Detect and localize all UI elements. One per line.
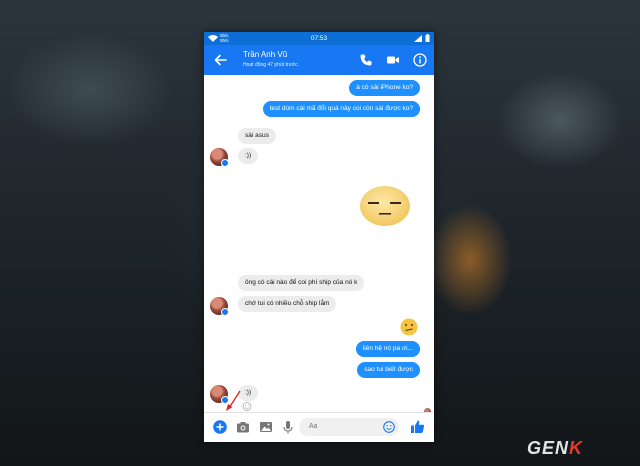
contact-name[interactable]: Trần Anh Vũ — [243, 50, 287, 59]
message-input[interactable] — [307, 422, 386, 431]
status-time: 07:53 — [310, 35, 328, 42]
messenger-badge-icon — [221, 308, 229, 316]
message-incoming[interactable]: chớ tui có nhiều chỗ ship lắm — [238, 296, 337, 312]
video-call-icon[interactable] — [386, 53, 400, 67]
contact-avatar[interactable] — [210, 297, 229, 316]
message-incoming[interactable]: ông có cái nào để coi phí ship của nó k — [238, 275, 365, 291]
conversation-header: Trần Anh Vũ Hoạt động 47 phút trước — [204, 45, 434, 75]
message-incoming[interactable]: sài asus — [238, 128, 276, 144]
contact-avatar[interactable] — [210, 148, 229, 167]
battery-icon — [425, 34, 430, 42]
red-arrow-annotation — [226, 390, 241, 411]
status-right — [414, 34, 430, 42]
message-list[interactable]: à có sài iPhone ko? test dùm cái mã đổi … — [204, 75, 434, 440]
genk-logo-gen: GEN — [527, 438, 570, 458]
message-incoming[interactable]: :)) — [238, 148, 259, 164]
contact-activity: Hoạt động 47 phút trước — [243, 62, 298, 68]
messenger-phone-screen: 0b/s 0b/s 07:53 Trần Anh Vũ Hoạt động 47… — [204, 32, 434, 442]
genk-logo-k: K — [569, 438, 584, 458]
camera-icon[interactable] — [236, 420, 250, 434]
status-bar: 0b/s 0b/s 07:53 — [204, 32, 434, 45]
messenger-badge-icon — [221, 159, 229, 167]
back-arrow-icon[interactable] — [214, 53, 228, 67]
message-outgoing[interactable]: sao tui biết được — [357, 362, 420, 378]
message-outgoing[interactable]: liên hệ nó pa ơi... — [355, 341, 420, 357]
phone-call-icon[interactable] — [359, 53, 373, 67]
info-icon[interactable] — [413, 53, 427, 67]
emoji-icon[interactable] — [383, 421, 395, 433]
message-composer — [204, 412, 434, 442]
thumbs-up-icon[interactable] — [410, 419, 425, 434]
confused-emoji-icon[interactable] — [400, 318, 418, 336]
image-icon[interactable] — [259, 420, 273, 434]
signal-icon — [414, 34, 422, 42]
plus-icon[interactable] — [213, 420, 227, 434]
genk-logo: GENK — [527, 438, 583, 459]
message-outgoing[interactable]: à có sài iPhone ko? — [349, 80, 420, 96]
message-input-wrapper[interactable] — [299, 418, 399, 436]
microphone-icon[interactable] — [281, 420, 295, 434]
neutral-face-sticker[interactable] — [359, 185, 411, 227]
message-outgoing[interactable]: test dùm cái mã đổi quà này coi còn sài … — [262, 101, 420, 117]
